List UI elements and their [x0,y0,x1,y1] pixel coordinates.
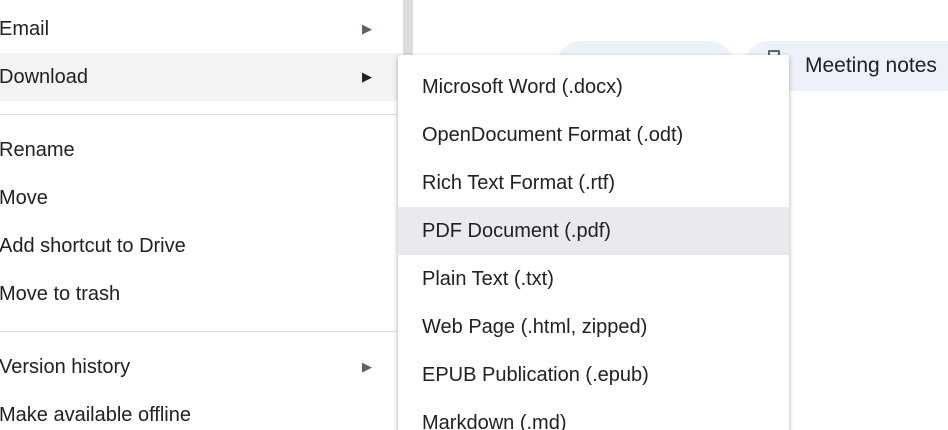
download-markdown-label: Markdown (.md) [422,412,567,430]
menu-item-move-label: Move [0,187,48,209]
download-epub[interactable]: EPUB Publication (.epub) [398,351,789,399]
menu-item-add-shortcut[interactable]: Add shortcut to Drive [0,222,403,270]
menu-item-email-label: Email [0,18,50,40]
download-html-label: Web Page (.html, zipped) [422,316,648,338]
menu-item-offline-label: Make available offline [0,404,191,426]
download-html-zipped[interactable]: Web Page (.html, zipped) [398,303,789,351]
download-rtf[interactable]: Rich Text Format (.rtf) [398,159,789,207]
download-rtf-label: Rich Text Format (.rtf) [422,172,615,194]
menu-divider [0,114,403,115]
download-docx[interactable]: Microsoft Word (.docx) [398,63,789,111]
download-docx-label: Microsoft Word (.docx) [422,76,623,98]
menu-item-make-available-offline[interactable]: Make available offline [0,391,403,430]
submenu-arrow-icon: ▶ [362,69,372,84]
submenu-arrow-icon: ▶ [362,21,372,36]
menu-item-move-to-trash[interactable]: Move to trash [0,270,403,318]
menu-item-version-history-label: Version history [0,356,131,378]
download-pdf[interactable]: PDF Document (.pdf) [398,207,789,255]
menu-item-move-to-trash-label: Move to trash [0,283,121,305]
menu-item-email[interactable]: Email ▶ [0,5,403,53]
submenu-arrow-icon: ▶ [362,359,372,374]
menu-item-download[interactable]: Download ▶ [0,53,403,101]
menu-divider [0,331,403,332]
download-odt-label: OpenDocument Format (.odt) [422,124,684,146]
download-pdf-label: PDF Document (.pdf) [422,220,611,242]
file-menu: Email ▶ Download ▶ Rename Move Add short… [0,0,403,430]
download-epub-label: EPUB Publication (.epub) [422,364,649,386]
menu-item-version-history[interactable]: Version history ▶ [0,343,403,391]
meeting-notes-label: Meeting notes [805,54,937,77]
menu-item-rename[interactable]: Rename [0,126,403,174]
download-odt[interactable]: OpenDocument Format (.odt) [398,111,789,159]
menu-item-move[interactable]: Move [0,174,403,222]
download-markdown[interactable]: Markdown (.md) [398,399,789,430]
download-txt[interactable]: Plain Text (.txt) [398,255,789,303]
download-txt-label: Plain Text (.txt) [422,268,554,290]
menu-item-rename-label: Rename [0,139,75,161]
menu-item-download-label: Download [0,66,88,88]
docs-file-menu-screen: Meeting notes Email ▶ Download ▶ Rename … [0,0,948,430]
menu-item-add-shortcut-label: Add shortcut to Drive [0,235,186,257]
download-submenu: Microsoft Word (.docx) OpenDocument Form… [398,55,789,430]
